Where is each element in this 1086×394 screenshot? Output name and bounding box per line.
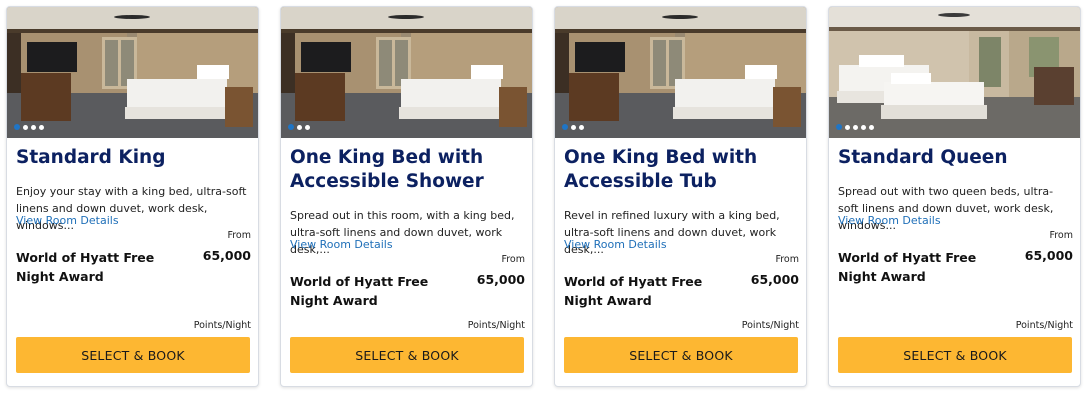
carousel-dot[interactable]: [845, 124, 850, 130]
king-room-photo: [555, 7, 806, 138]
room-card-accessible-shower: One King Bed with Accessible Shower Spre…: [280, 6, 533, 387]
points-unit: Points/Night: [193, 320, 251, 331]
room-card-body: One King Bed with Accessible Shower Spre…: [290, 138, 525, 386]
carousel-dot[interactable]: [861, 124, 866, 130]
points-value: 65,000: [202, 248, 251, 263]
room-card-standard-queen: Standard Queen Spread out with two queen…: [828, 6, 1081, 387]
room-title: Standard King: [16, 147, 166, 168]
points-value: 65,000: [750, 272, 799, 287]
award-name: World of Hyatt Free Night Award: [290, 274, 429, 308]
room-photo-carousel[interactable]: [555, 7, 806, 138]
select-and-book-button[interactable]: SELECT & BOOK: [290, 337, 524, 373]
carousel-dots[interactable]: [836, 124, 874, 130]
carousel-dot[interactable]: [571, 124, 576, 130]
room-card-body: Standard King Enjoy your stay with a kin…: [16, 138, 251, 386]
room-card-accessible-tub: One King Bed with Accessible Tub Revel i…: [554, 6, 807, 387]
room-title: One King Bed with Accessible Tub: [564, 147, 758, 192]
carousel-dot[interactable]: [14, 124, 20, 130]
from-label: From: [227, 230, 251, 241]
room-photo-carousel[interactable]: [7, 7, 258, 138]
carousel-dot[interactable]: [23, 124, 28, 130]
points-unit: Points/Night: [741, 320, 799, 331]
points-unit: Points/Night: [467, 320, 525, 331]
carousel-dot[interactable]: [579, 124, 584, 130]
room-title: One King Bed with Accessible Shower: [290, 147, 484, 192]
room-title: Standard Queen: [838, 147, 1008, 168]
view-room-details-link[interactable]: View Room Details: [290, 238, 393, 252]
carousel-dot[interactable]: [31, 124, 36, 130]
room-photo-carousel[interactable]: [829, 7, 1080, 138]
room-card-standard-king: Standard King Enjoy your stay with a kin…: [6, 6, 259, 387]
from-label: From: [501, 254, 525, 265]
carousel-dot[interactable]: [297, 124, 302, 130]
select-and-book-button[interactable]: SELECT & BOOK: [16, 337, 250, 373]
points-value: 65,000: [1024, 248, 1073, 263]
award-name: World of Hyatt Free Night Award: [564, 274, 703, 308]
carousel-dots[interactable]: [288, 124, 310, 130]
king-room-photo: [281, 7, 532, 138]
view-room-details-link[interactable]: View Room Details: [16, 214, 119, 228]
award-name: World of Hyatt Free Night Award: [16, 250, 155, 284]
from-label: From: [1049, 230, 1073, 241]
view-room-details-link[interactable]: View Room Details: [838, 214, 941, 228]
select-and-book-button[interactable]: SELECT & BOOK: [838, 337, 1072, 373]
room-card-body: One King Bed with Accessible Tub Revel i…: [564, 138, 799, 386]
select-and-book-button[interactable]: SELECT & BOOK: [564, 337, 798, 373]
carousel-dot[interactable]: [288, 124, 294, 130]
carousel-dot[interactable]: [869, 124, 874, 130]
carousel-dot[interactable]: [562, 124, 568, 130]
points-unit: Points/Night: [1015, 320, 1073, 331]
room-card-body: Standard Queen Spread out with two queen…: [838, 138, 1073, 386]
room-photo-carousel[interactable]: [281, 7, 532, 138]
from-label: From: [775, 254, 799, 265]
queen-room-photo: [829, 7, 1080, 138]
view-room-details-link[interactable]: View Room Details: [564, 238, 667, 252]
carousel-dot[interactable]: [305, 124, 310, 130]
carousel-dots[interactable]: [562, 124, 584, 130]
king-room-photo: [7, 7, 258, 138]
carousel-dot[interactable]: [853, 124, 858, 130]
carousel-dot[interactable]: [836, 124, 842, 130]
carousel-dot[interactable]: [39, 124, 44, 130]
carousel-dots[interactable]: [14, 124, 44, 130]
points-value: 65,000: [476, 272, 525, 287]
award-name: World of Hyatt Free Night Award: [838, 250, 977, 284]
